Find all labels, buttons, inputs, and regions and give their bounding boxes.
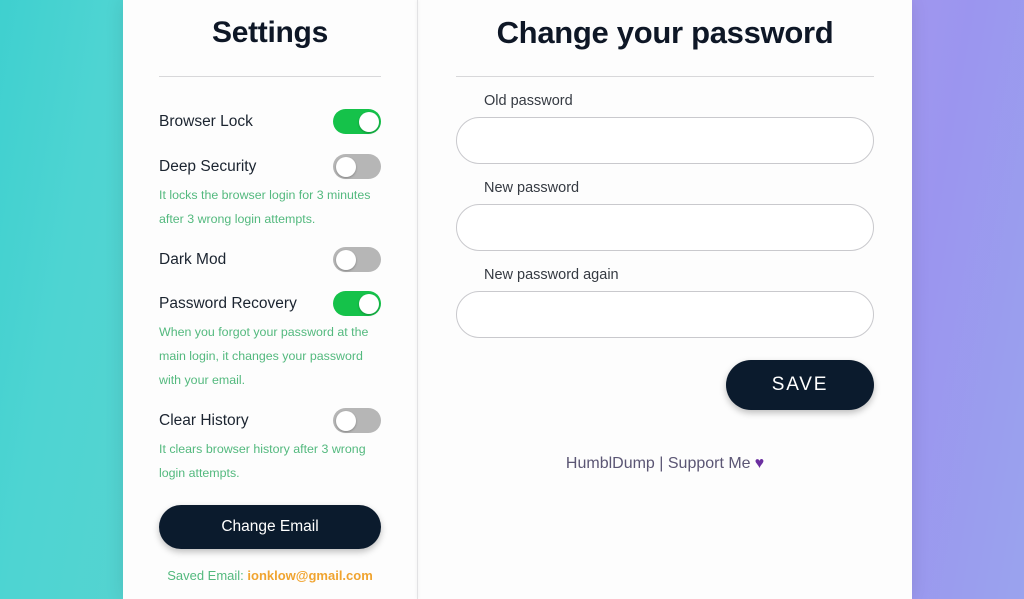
support-me-link[interactable]: HumblDump | Support Me <box>566 455 751 472</box>
label-old-password: Old password <box>484 93 573 109</box>
change-password-title: Change your password <box>496 15 834 50</box>
toggle-knob <box>335 249 356 270</box>
toggle-browser-lock[interactable] <box>333 109 381 134</box>
toggle-knob <box>358 111 379 132</box>
setting-label-dark-mod: Dark Mod <box>159 250 227 268</box>
old-password-input[interactable] <box>456 117 874 164</box>
setting-label-password-recovery: Password Recovery <box>159 294 297 312</box>
saved-email-line: Saved Email: ionklow@gmail.com <box>159 568 381 583</box>
setting-row-browser-lock[interactable]: Browser Lock <box>159 109 381 134</box>
label-new-password-again: New password again <box>484 267 619 283</box>
toggle-knob <box>358 293 379 314</box>
setting-row-password-recovery[interactable]: Password Recovery <box>159 291 381 316</box>
change-password-title-divider <box>456 76 874 77</box>
setting-row-dark-mod[interactable]: Dark Mod <box>159 247 381 272</box>
toggle-knob <box>335 410 356 431</box>
settings-card: Settings Browser Lock Deep Security It l… <box>123 0 912 599</box>
footer-credit: HumblDump | Support Me ♥ <box>456 455 874 473</box>
saved-email-value: ionklow@gmail.com <box>247 568 373 583</box>
new-password-again-input[interactable] <box>456 291 874 338</box>
toggle-clear-history[interactable] <box>333 408 381 433</box>
toggle-password-recovery[interactable] <box>333 291 381 316</box>
setting-description-deep-security: It locks the browser login for 3 minutes… <box>159 188 371 226</box>
setting-description-password-recovery: When you forgot your password at the mai… <box>159 325 369 387</box>
label-new-password: New password <box>484 180 580 196</box>
save-button[interactable]: SAVE <box>726 360 874 410</box>
toggle-dark-mod[interactable] <box>333 247 381 272</box>
field-group-new-password-again: New password again <box>456 267 874 338</box>
setting-row-deep-security[interactable]: Deep Security <box>159 154 381 179</box>
setting-row-clear-history[interactable]: Clear History <box>159 408 381 433</box>
setting-label-deep-security: Deep Security <box>159 157 257 175</box>
field-group-old-password: Old password <box>456 93 874 164</box>
settings-panel: Settings Browser Lock Deep Security It l… <box>123 0 417 599</box>
new-password-input[interactable] <box>456 204 874 251</box>
toggle-knob <box>335 156 356 177</box>
change-email-button[interactable]: Change Email <box>159 505 381 549</box>
saved-email-label: Saved Email: <box>167 568 248 583</box>
setting-description-clear-history: It clears browser history after 3 wrong … <box>159 442 366 480</box>
setting-label-clear-history: Clear History <box>159 411 249 429</box>
setting-label-browser-lock: Browser Lock <box>159 112 253 130</box>
heart-icon: ♥ <box>754 455 765 472</box>
settings-title-divider <box>159 76 381 77</box>
change-password-panel: Change your password Old password New pa… <box>418 0 912 599</box>
settings-title: Settings <box>212 16 328 49</box>
toggle-deep-security[interactable] <box>333 154 381 179</box>
field-group-new-password: New password <box>456 180 874 251</box>
